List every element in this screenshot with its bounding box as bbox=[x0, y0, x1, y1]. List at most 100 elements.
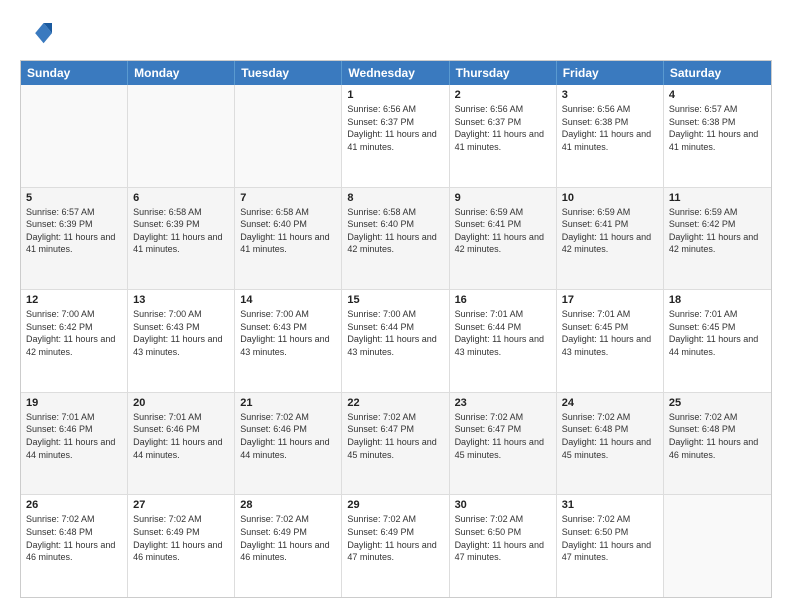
day-13: 13 Sunrise: 7:00 AM Sunset: 6:43 PM Dayli… bbox=[128, 290, 235, 392]
day-number: 7 bbox=[240, 192, 336, 204]
cell-info: Sunrise: 6:58 AM Sunset: 6:40 PM Dayligh… bbox=[240, 206, 336, 256]
day-8: 8 Sunrise: 6:58 AM Sunset: 6:40 PM Daylig… bbox=[342, 188, 449, 290]
day-number: 14 bbox=[240, 294, 336, 306]
day-28: 28 Sunrise: 7:02 AM Sunset: 6:49 PM Dayli… bbox=[235, 495, 342, 597]
empty-cell bbox=[21, 85, 128, 187]
day-number: 10 bbox=[562, 192, 658, 204]
day-3: 3Sunrise: 6:56 AM Sunset: 6:38 PM Daylig… bbox=[557, 85, 664, 187]
day-number: 28 bbox=[240, 499, 336, 511]
day-number: 21 bbox=[240, 397, 336, 409]
cell-info: Sunrise: 6:59 AM Sunset: 6:42 PM Dayligh… bbox=[669, 206, 766, 256]
day-number: 3 bbox=[562, 89, 658, 101]
day-4: 4 Sunrise: 6:57 AM Sunset: 6:38 PM Daylig… bbox=[664, 85, 771, 187]
week-row-1: 1 Sunrise: 6:56 AM Sunset: 6:37 PM Daylig… bbox=[21, 85, 771, 188]
cell-info: Sunrise: 7:02 AM Sunset: 6:47 PM Dayligh… bbox=[455, 411, 551, 461]
day-5: 5 Sunrise: 6:57 AM Sunset: 6:39 PM Daylig… bbox=[21, 188, 128, 290]
day-19: 19 Sunrise: 7:01 AM Sunset: 6:46 PM Dayli… bbox=[21, 393, 128, 495]
day-6: 6Sunrise: 6:58 AM Sunset: 6:39 PM Daylig… bbox=[128, 188, 235, 290]
day-22: 22 Sunrise: 7:02 AM Sunset: 6:47 PM Dayli… bbox=[342, 393, 449, 495]
cell-info: Sunrise: 7:02 AM Sunset: 6:50 PM Dayligh… bbox=[562, 513, 658, 563]
header-day-friday: Friday bbox=[557, 61, 664, 85]
cell-info: Sunrise: 6:56 AM Sunset: 6:37 PM Dayligh… bbox=[455, 103, 551, 153]
day-number: 15 bbox=[347, 294, 443, 306]
day-31: 31 Sunrise: 7:02 AM Sunset: 6:50 PM Dayli… bbox=[557, 495, 664, 597]
day-20: 20Sunrise: 7:01 AM Sunset: 6:46 PM Dayli… bbox=[128, 393, 235, 495]
cell-info: Sunrise: 6:57 AM Sunset: 6:39 PM Dayligh… bbox=[26, 206, 122, 256]
day-17: 17 Sunrise: 7:01 AM Sunset: 6:45 PM Dayli… bbox=[557, 290, 664, 392]
cell-info: Sunrise: 7:02 AM Sunset: 6:48 PM Dayligh… bbox=[26, 513, 122, 563]
day-1: 1 Sunrise: 6:56 AM Sunset: 6:37 PM Daylig… bbox=[342, 85, 449, 187]
header-day-saturday: Saturday bbox=[664, 61, 771, 85]
header-day-tuesday: Tuesday bbox=[235, 61, 342, 85]
cell-info: Sunrise: 6:58 AM Sunset: 6:40 PM Dayligh… bbox=[347, 206, 443, 256]
cell-info: Sunrise: 6:56 AM Sunset: 6:37 PM Dayligh… bbox=[347, 103, 443, 153]
cell-info: Sunrise: 7:01 AM Sunset: 6:45 PM Dayligh… bbox=[562, 308, 658, 358]
cell-info: Sunrise: 7:00 AM Sunset: 6:43 PM Dayligh… bbox=[133, 308, 229, 358]
week-row-3: 12 Sunrise: 7:00 AM Sunset: 6:42 PM Dayli… bbox=[21, 290, 771, 393]
day-26: 26 Sunrise: 7:02 AM Sunset: 6:48 PM Dayli… bbox=[21, 495, 128, 597]
day-15: 15 Sunrise: 7:00 AM Sunset: 6:44 PM Dayli… bbox=[342, 290, 449, 392]
day-number: 4 bbox=[669, 89, 766, 101]
day-12: 12 Sunrise: 7:00 AM Sunset: 6:42 PM Dayli… bbox=[21, 290, 128, 392]
day-number: 17 bbox=[562, 294, 658, 306]
day-number: 16 bbox=[455, 294, 551, 306]
week-row-2: 5 Sunrise: 6:57 AM Sunset: 6:39 PM Daylig… bbox=[21, 188, 771, 291]
day-number: 11 bbox=[669, 192, 766, 204]
day-24: 24Sunrise: 7:02 AM Sunset: 6:48 PM Dayli… bbox=[557, 393, 664, 495]
day-23: 23Sunrise: 7:02 AM Sunset: 6:47 PM Dayli… bbox=[450, 393, 557, 495]
header bbox=[20, 18, 772, 50]
day-number: 26 bbox=[26, 499, 122, 511]
cell-info: Sunrise: 7:02 AM Sunset: 6:49 PM Dayligh… bbox=[240, 513, 336, 563]
day-number: 24 bbox=[562, 397, 658, 409]
cell-info: Sunrise: 7:02 AM Sunset: 6:49 PM Dayligh… bbox=[133, 513, 229, 563]
cell-info: Sunrise: 7:02 AM Sunset: 6:46 PM Dayligh… bbox=[240, 411, 336, 461]
calendar: SundayMondayTuesdayWednesdayThursdayFrid… bbox=[20, 60, 772, 598]
cell-info: Sunrise: 7:02 AM Sunset: 6:48 PM Dayligh… bbox=[669, 411, 766, 461]
empty-cell bbox=[664, 495, 771, 597]
day-number: 6 bbox=[133, 192, 229, 204]
day-10: 10 Sunrise: 6:59 AM Sunset: 6:41 PM Dayli… bbox=[557, 188, 664, 290]
day-number: 29 bbox=[347, 499, 443, 511]
cell-info: Sunrise: 6:57 AM Sunset: 6:38 PM Dayligh… bbox=[669, 103, 766, 153]
day-11: 11 Sunrise: 6:59 AM Sunset: 6:42 PM Dayli… bbox=[664, 188, 771, 290]
day-number: 30 bbox=[455, 499, 551, 511]
day-number: 13 bbox=[133, 294, 229, 306]
day-number: 20 bbox=[133, 397, 229, 409]
cell-info: Sunrise: 7:00 AM Sunset: 6:44 PM Dayligh… bbox=[347, 308, 443, 358]
header-day-thursday: Thursday bbox=[450, 61, 557, 85]
day-number: 12 bbox=[26, 294, 122, 306]
day-16: 16Sunrise: 7:01 AM Sunset: 6:44 PM Dayli… bbox=[450, 290, 557, 392]
day-number: 1 bbox=[347, 89, 443, 101]
day-14: 14Sunrise: 7:00 AM Sunset: 6:43 PM Dayli… bbox=[235, 290, 342, 392]
day-number: 5 bbox=[26, 192, 122, 204]
day-27: 27 Sunrise: 7:02 AM Sunset: 6:49 PM Dayli… bbox=[128, 495, 235, 597]
day-number: 8 bbox=[347, 192, 443, 204]
cell-info: Sunrise: 7:01 AM Sunset: 6:45 PM Dayligh… bbox=[669, 308, 766, 358]
day-number: 25 bbox=[669, 397, 766, 409]
day-number: 18 bbox=[669, 294, 766, 306]
day-25: 25 Sunrise: 7:02 AM Sunset: 6:48 PM Dayli… bbox=[664, 393, 771, 495]
empty-cell bbox=[235, 85, 342, 187]
cell-info: Sunrise: 7:02 AM Sunset: 6:47 PM Dayligh… bbox=[347, 411, 443, 461]
calendar-body: 1 Sunrise: 6:56 AM Sunset: 6:37 PM Daylig… bbox=[21, 85, 771, 597]
week-row-4: 19 Sunrise: 7:01 AM Sunset: 6:46 PM Dayli… bbox=[21, 393, 771, 496]
day-number: 9 bbox=[455, 192, 551, 204]
empty-cell bbox=[128, 85, 235, 187]
cell-info: Sunrise: 6:59 AM Sunset: 6:41 PM Dayligh… bbox=[455, 206, 551, 256]
week-row-5: 26 Sunrise: 7:02 AM Sunset: 6:48 PM Dayli… bbox=[21, 495, 771, 597]
header-day-sunday: Sunday bbox=[21, 61, 128, 85]
day-number: 19 bbox=[26, 397, 122, 409]
day-21: 21 Sunrise: 7:02 AM Sunset: 6:46 PM Dayli… bbox=[235, 393, 342, 495]
cell-info: Sunrise: 7:00 AM Sunset: 6:42 PM Dayligh… bbox=[26, 308, 122, 358]
day-number: 31 bbox=[562, 499, 658, 511]
day-29: 29Sunrise: 7:02 AM Sunset: 6:49 PM Dayli… bbox=[342, 495, 449, 597]
cell-info: Sunrise: 6:59 AM Sunset: 6:41 PM Dayligh… bbox=[562, 206, 658, 256]
day-18: 18 Sunrise: 7:01 AM Sunset: 6:45 PM Dayli… bbox=[664, 290, 771, 392]
cell-info: Sunrise: 7:02 AM Sunset: 6:50 PM Dayligh… bbox=[455, 513, 551, 563]
day-7: 7 Sunrise: 6:58 AM Sunset: 6:40 PM Daylig… bbox=[235, 188, 342, 290]
calendar-header: SundayMondayTuesdayWednesdayThursdayFrid… bbox=[21, 61, 771, 85]
cell-info: Sunrise: 7:01 AM Sunset: 6:46 PM Dayligh… bbox=[26, 411, 122, 461]
day-number: 22 bbox=[347, 397, 443, 409]
logo bbox=[20, 18, 56, 50]
day-number: 27 bbox=[133, 499, 229, 511]
